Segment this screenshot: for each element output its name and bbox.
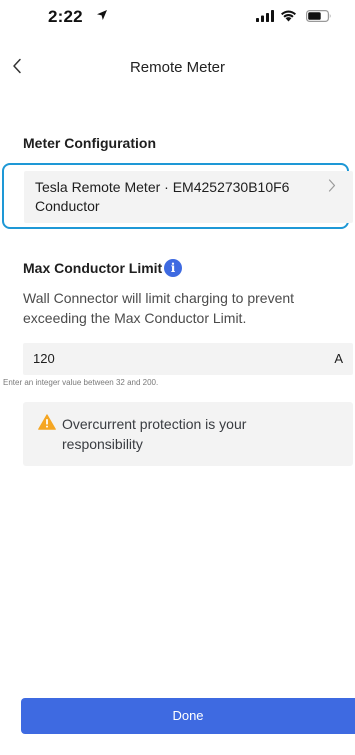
limit-input-hint: Enter an integer value between 32 and 20… bbox=[3, 378, 159, 387]
location-arrow-icon bbox=[97, 10, 107, 20]
warning-text: Overcurrent protection is your responsib… bbox=[62, 416, 247, 452]
done-button[interactable]: Done bbox=[21, 698, 355, 734]
meter-configuration-selector[interactable]: Tesla Remote Meter · EM4252730B10F6 Cond… bbox=[2, 163, 353, 229]
meter-configuration-heading: Meter Configuration bbox=[23, 135, 156, 151]
limit-unit-label: A bbox=[334, 351, 343, 366]
max-conductor-limit-description: Wall Connector will limit charging to pr… bbox=[23, 290, 295, 326]
info-icon[interactable]: i bbox=[164, 259, 182, 277]
status-bar: 2:22 bbox=[0, 0, 355, 40]
limit-input-value[interactable]: 120 bbox=[33, 351, 55, 366]
page-title: Remote Meter bbox=[129, 59, 226, 76]
overcurrent-warning: Overcurrent protection is your responsib… bbox=[23, 402, 353, 466]
wifi-icon bbox=[281, 10, 296, 22]
status-time: 2:22 bbox=[48, 7, 83, 26]
meter-selector-field[interactable]: Tesla Remote Meter · EM4252730B10F6 Cond… bbox=[24, 171, 353, 223]
max-conductor-limit-heading: Max Conductor Limit bbox=[23, 260, 163, 276]
max-conductor-limit-input[interactable]: 120 A bbox=[23, 343, 353, 375]
chevron-right-icon bbox=[328, 179, 336, 192]
battery-icon bbox=[306, 10, 331, 22]
warning-icon bbox=[38, 414, 56, 430]
selected-meter-label: Tesla Remote Meter · EM4252730B10F6 Cond… bbox=[35, 179, 290, 214]
cellular-signal-icon bbox=[256, 10, 274, 22]
nav-bar: Remote Meter bbox=[0, 50, 355, 86]
